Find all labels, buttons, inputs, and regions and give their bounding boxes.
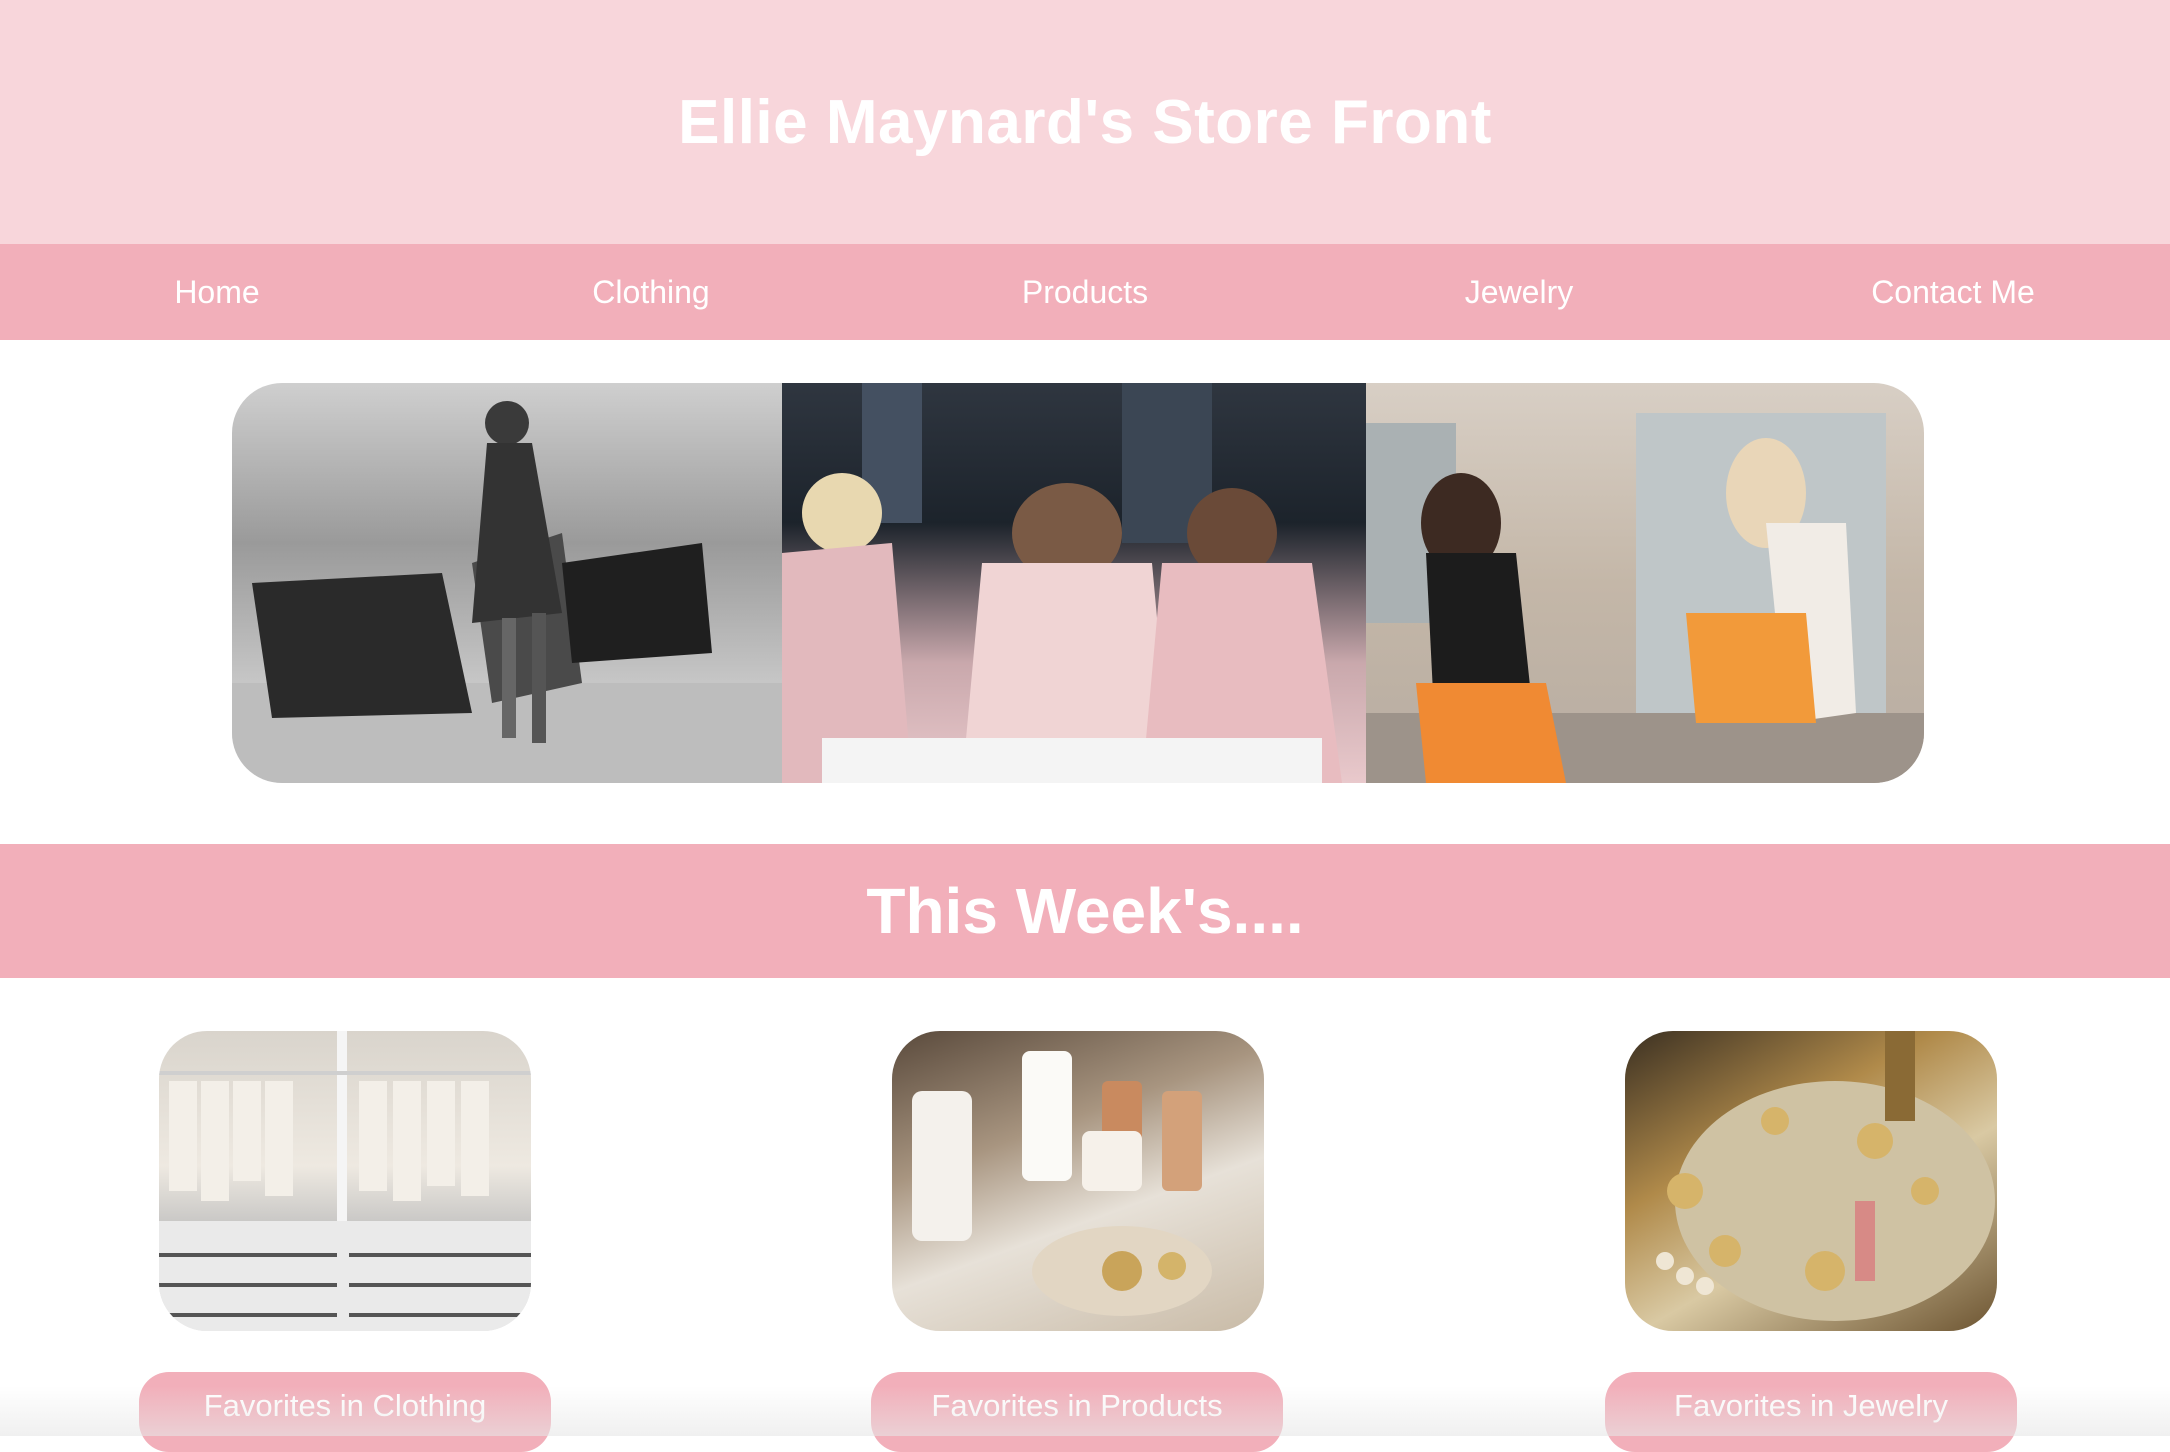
- favorites-jewelry-button[interactable]: Favorites in Jewelry: [1605, 1372, 2017, 1452]
- hero-photo-pink-coats: [782, 383, 1366, 783]
- nav-link-products[interactable]: Products: [868, 274, 1302, 311]
- nav-bar: Home Clothing Products Jewelry Contact M…: [0, 244, 2170, 340]
- favorites-products-button[interactable]: Favorites in Products: [871, 1372, 1283, 1452]
- nav-link-home[interactable]: Home: [0, 274, 434, 311]
- jewelry-photo: [1625, 1031, 1997, 1331]
- hero-photo-shopping-bags: [232, 383, 782, 783]
- clothing-photo: [159, 1031, 531, 1331]
- hero-banner: [232, 383, 1924, 783]
- section-band: This Week's....: [0, 844, 2170, 978]
- products-photo: [892, 1031, 1264, 1331]
- favorites-clothing-button[interactable]: Favorites in Clothing: [139, 1372, 551, 1452]
- section-title: This Week's....: [866, 875, 1304, 947]
- nav-link-jewelry[interactable]: Jewelry: [1302, 274, 1736, 311]
- page-title: Ellie Maynard's Store Front: [678, 87, 1492, 157]
- nav-link-contact[interactable]: Contact Me: [1736, 274, 2170, 311]
- site-header: Ellie Maynard's Store Front: [0, 0, 2170, 244]
- nav-link-clothing[interactable]: Clothing: [434, 274, 868, 311]
- hero-photo-storefront: [1366, 383, 1924, 783]
